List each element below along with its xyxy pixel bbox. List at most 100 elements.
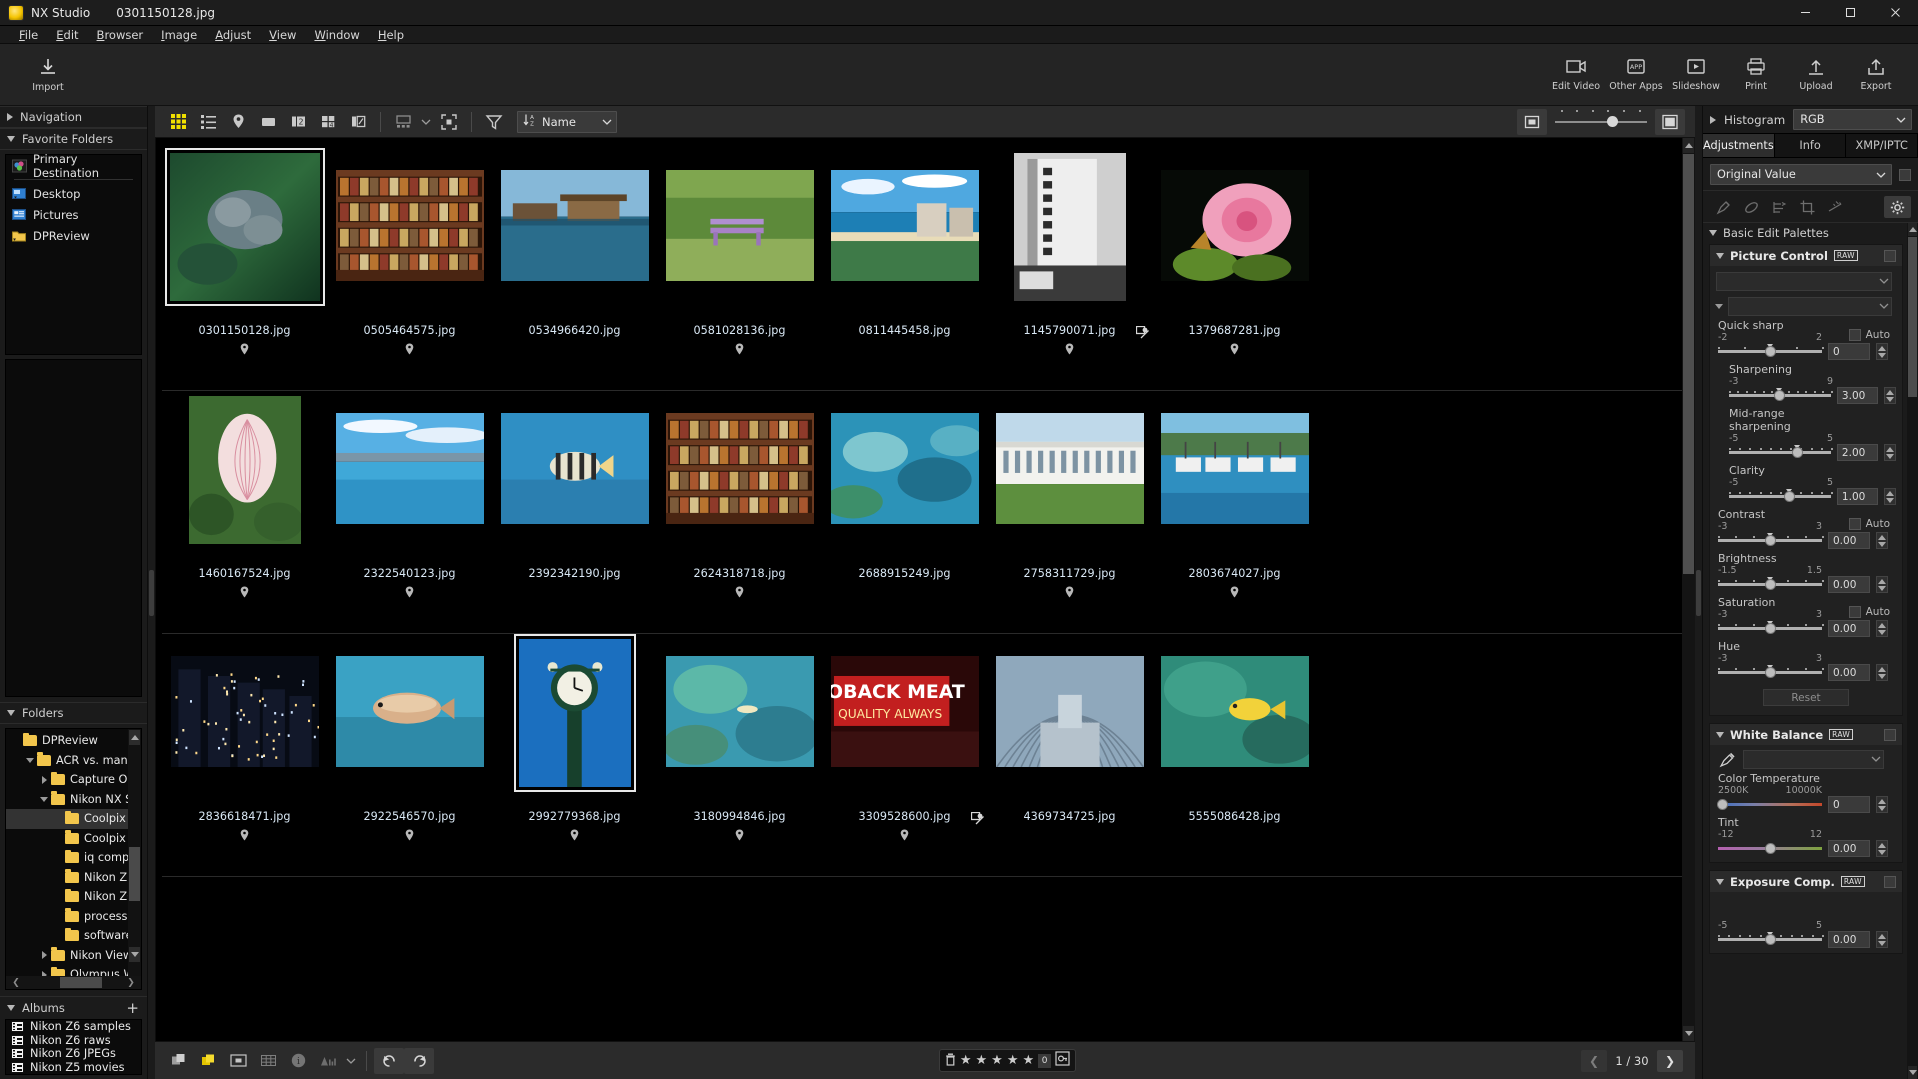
chevron-right-icon[interactable] [1710, 116, 1716, 124]
chevron-right-icon[interactable] [42, 951, 47, 959]
slider-knob[interactable] [1766, 580, 1775, 589]
slider-knob[interactable] [1775, 391, 1784, 400]
favorite-pictures[interactable]: Pictures [6, 204, 141, 225]
thumbnail-image[interactable]: LOBACK MEAT QUALITY ALWAYS [831, 656, 979, 771]
slider-knob[interactable] [1766, 668, 1775, 677]
picture-control-header[interactable]: Picture Control RAW [1710, 245, 1902, 266]
thumbnail-image[interactable] [189, 396, 301, 544]
show-raw-jpeg-button[interactable] [193, 1048, 223, 1074]
thumbnail-cell[interactable]: 1379687281.jpg [1152, 148, 1317, 358]
thumbnail-image-box[interactable] [825, 152, 985, 302]
scroll-down-button[interactable] [1908, 1066, 1917, 1079]
thumbnail-image-box[interactable] [495, 395, 655, 545]
favorite-desktop[interactable]: Desktop [6, 183, 141, 204]
thumbnail-image[interactable] [996, 413, 1144, 528]
thumbnail-image[interactable] [666, 413, 814, 528]
menu-adjust[interactable]: Adjust [206, 26, 260, 44]
folder-tree-node[interactable]: Coolpix AW11 [6, 809, 141, 829]
slideshow-button[interactable]: Slideshow [1668, 46, 1724, 104]
retouch-brush-icon[interactable] [1710, 196, 1737, 218]
thumbnail-cell[interactable]: 2688915249.jpg [822, 391, 987, 601]
thumbnail-image[interactable] [831, 170, 979, 285]
thumbnail-cell[interactable]: 0301150128.jpg [162, 148, 327, 358]
folder-tree-hscrollbar[interactable]: ❮ ❯ [6, 976, 141, 989]
folder-tree-node[interactable]: Nikon Z5 [6, 868, 141, 888]
sort-order-select[interactable]: AZ Name [517, 111, 617, 133]
thumbnail-cell[interactable]: 2624318718.jpg [657, 391, 822, 601]
scroll-thumb[interactable] [1908, 237, 1917, 397]
other-apps-button[interactable]: APP Other Apps [1608, 46, 1664, 104]
auto-checkbox[interactable] [1849, 329, 1861, 341]
right-divider-handle[interactable] [1695, 106, 1702, 1079]
slider-value-input[interactable]: 1.00 [1837, 488, 1878, 505]
folder-tree-node[interactable]: Nikon NX Studio [6, 790, 141, 810]
slider-spinner[interactable] [1876, 796, 1888, 813]
single-image-view-button[interactable] [253, 109, 283, 135]
auto-checkbox[interactable] [1849, 518, 1861, 530]
thumbnail-image[interactable] [666, 656, 814, 771]
star-1-icon[interactable]: ★ [960, 1054, 972, 1067]
preset-checkbox[interactable] [1899, 169, 1911, 181]
preset-select[interactable]: Original Value [1710, 164, 1892, 185]
album-item[interactable]: Nikon Z5 movies [6, 1061, 141, 1075]
two-image-compare-button[interactable]: 2 [283, 109, 313, 135]
grid-scroll-down-button[interactable] [1683, 1026, 1694, 1041]
slider-knob[interactable] [1793, 448, 1802, 457]
folder-tree-node[interactable]: iq comparison [6, 848, 141, 868]
thumbnail-image[interactable] [501, 170, 649, 285]
left-divider-handle[interactable] [148, 106, 155, 1079]
filmstrip-dropdown-button[interactable] [418, 109, 434, 135]
thumbnail-cell[interactable]: 2922546570.jpg [327, 634, 492, 844]
hscroll-left-button[interactable]: ❮ [6, 976, 26, 989]
white-balance-header[interactable]: White Balance RAW [1710, 724, 1902, 745]
white-balance-checkbox[interactable] [1884, 729, 1896, 741]
folder-tree-node[interactable]: Coolpix P300 [6, 829, 141, 849]
thumbnail-image-box[interactable] [330, 152, 490, 302]
slider-track[interactable] [1718, 578, 1822, 592]
folder-tree-node[interactable]: software [6, 926, 141, 946]
slider-spinner[interactable] [1876, 620, 1888, 637]
thumbnail-image-box[interactable] [660, 152, 820, 302]
star-3-icon[interactable]: ★ [991, 1054, 1003, 1067]
show-histogram-button[interactable] [313, 1048, 343, 1074]
slider-value-input[interactable]: 0.00 [1828, 931, 1870, 948]
thumbnail-image-box[interactable] [1155, 638, 1315, 788]
slider-track[interactable] [1718, 842, 1822, 856]
thumbnail-image-box[interactable] [1155, 152, 1315, 302]
filmstrip-position-button[interactable] [388, 109, 418, 135]
crop-icon[interactable] [1794, 196, 1821, 218]
thumbnail-cell[interactable]: 0811445458.jpg [822, 148, 987, 358]
menu-help[interactable]: Help [369, 26, 413, 44]
slider-knob[interactable] [1766, 935, 1775, 944]
thumbnail-image[interactable] [336, 170, 484, 285]
favorite-dpreview[interactable]: DPReview [6, 225, 141, 246]
thumbnail-cell[interactable]: 2836618471.jpg [162, 634, 327, 844]
folder-tree-node[interactable]: DPReview [6, 731, 141, 751]
histogram-channel-select[interactable]: RGB [1793, 109, 1912, 130]
four-image-compare-button[interactable]: 4 [313, 109, 343, 135]
grid-scroll-thumb[interactable] [1683, 154, 1694, 574]
thumbnail-image-box[interactable] [660, 638, 820, 788]
close-button[interactable] [1873, 0, 1918, 26]
slider-value-input[interactable]: 0.00 [1828, 532, 1870, 549]
thumbnail-image-box[interactable]: LOBACK MEAT QUALITY ALWAYS [825, 638, 985, 788]
rotate-left-button[interactable] [374, 1048, 404, 1074]
thumbnail-image[interactable] [1161, 413, 1309, 528]
hscroll-thumb[interactable] [60, 977, 102, 988]
thumbnail-image[interactable] [831, 413, 979, 528]
slider-track[interactable] [1718, 534, 1822, 548]
map-view-button[interactable] [223, 109, 253, 135]
before-after-view-button[interactable] [343, 109, 373, 135]
folder-tree-node[interactable]: Nikon ViewNX-i a [6, 946, 141, 966]
slider-value-input[interactable]: 0.00 [1828, 840, 1870, 857]
slider-track[interactable] [1718, 933, 1822, 947]
thumbnail-cell[interactable]: 1460167524.jpg [162, 391, 327, 601]
thumbnail-image-box[interactable] [495, 152, 655, 302]
slider-track[interactable] [1718, 345, 1822, 359]
navigation-section-header[interactable]: Navigation [0, 106, 147, 128]
albums-section-header[interactable]: Albums + [0, 997, 147, 1019]
hscroll-right-button[interactable]: ❯ [121, 976, 141, 989]
show-info-button[interactable]: i [283, 1048, 313, 1074]
prev-page-button[interactable]: ❮ [1581, 1050, 1607, 1072]
thumbnail-image[interactable] [1014, 153, 1126, 301]
